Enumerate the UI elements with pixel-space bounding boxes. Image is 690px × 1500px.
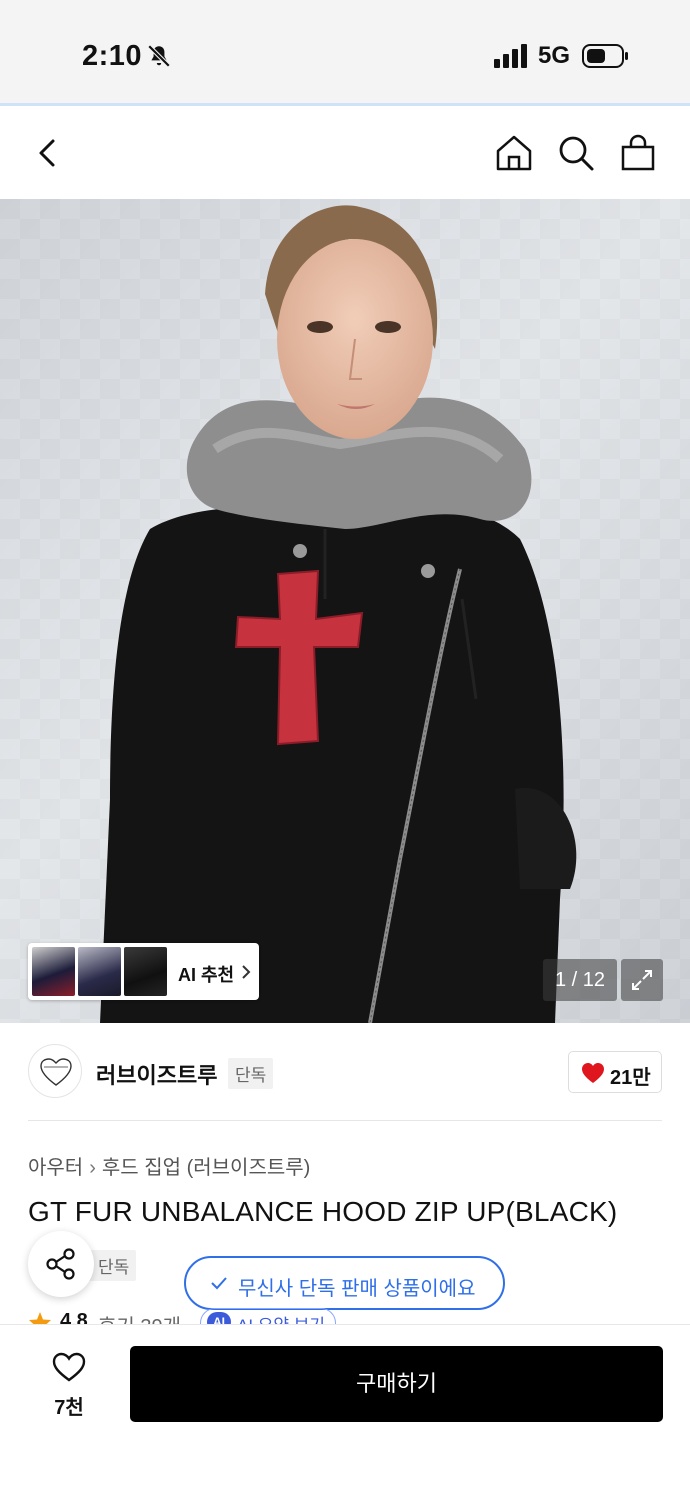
bottom-bar: 7천 구매하기 xyxy=(0,1324,690,1500)
product-image[interactable] xyxy=(0,199,690,1023)
home-icon[interactable] xyxy=(494,133,534,173)
breadcrumb-item-outer[interactable]: 아우터 xyxy=(28,1157,83,1179)
heart-outline-icon xyxy=(52,1352,86,1382)
battery-icon xyxy=(582,44,628,68)
product-title: GT FUR UNBALANCE HOOD ZIP UP(BLACK) xyxy=(28,1196,618,1227)
ai-recommend-label: AI 추천 xyxy=(178,965,235,985)
buy-button[interactable]: 구매하기 xyxy=(130,1346,663,1422)
exclusive-toast: 무신사 단독 판매 상품이에요 xyxy=(184,1256,505,1310)
heart-icon xyxy=(582,1063,604,1083)
brand-name[interactable]: 러브이즈트루 xyxy=(96,1058,217,1090)
ai-mark: AI xyxy=(207,1312,231,1324)
status-bar: 2:10 5G xyxy=(0,0,690,106)
recommend-thumb xyxy=(78,947,121,996)
wishlist-button[interactable]: 7천 xyxy=(40,1351,98,1421)
image-counter: 1 / 12 xyxy=(543,959,617,1001)
divider xyxy=(28,1120,662,1121)
recommend-thumb xyxy=(124,947,167,996)
check-icon xyxy=(211,1277,227,1290)
product-photo xyxy=(0,199,690,1023)
like-button[interactable]: 21만 xyxy=(568,1051,662,1093)
chevron-right-icon xyxy=(242,965,251,979)
bell-slash-icon xyxy=(147,44,171,68)
brand-heart-logo xyxy=(40,1058,72,1086)
review-count[interactable]: 후기 39개 xyxy=(98,1310,181,1324)
ai-summary-button[interactable]: AI AI 요약 보기 xyxy=(200,1308,337,1324)
ai-recommend-chip[interactable]: AI 추천 xyxy=(28,943,259,1000)
exclusive-badge: 단독 xyxy=(228,1058,274,1089)
top-nav xyxy=(0,109,690,199)
like-count: 21만 xyxy=(610,1067,651,1089)
toast-text: 무신사 단독 판매 상품이에요 xyxy=(238,1278,476,1300)
share-icon xyxy=(46,1248,75,1280)
status-time: 2:10 xyxy=(82,40,143,72)
brand-logo[interactable] xyxy=(28,1044,82,1098)
shopping-bag-icon[interactable] xyxy=(618,133,658,173)
star-icon xyxy=(29,1312,51,1324)
wish-count: 7천 xyxy=(54,1397,84,1419)
back-icon[interactable] xyxy=(28,133,68,173)
breadcrumb: 아우터 › 후드 집업 (러브이즈트루) xyxy=(28,1151,310,1180)
rating-value: 4.8 xyxy=(60,1310,88,1324)
rating-row: 4.8 후기 39개 AI AI 요약 보기 xyxy=(28,1308,662,1324)
breadcrumb-item-hood-zip[interactable]: 후드 집업 (러브이즈트루) xyxy=(102,1157,310,1179)
recommend-thumb xyxy=(32,947,75,996)
share-button[interactable] xyxy=(28,1231,94,1297)
signal-icon xyxy=(494,44,527,68)
ai-summary-label: AI 요약 보기 xyxy=(237,1316,325,1324)
expand-button[interactable] xyxy=(621,959,663,1001)
search-icon[interactable] xyxy=(556,133,596,173)
network-type: 5G xyxy=(538,42,571,69)
chevron-right-icon: › xyxy=(89,1157,96,1179)
expand-icon xyxy=(632,970,652,990)
